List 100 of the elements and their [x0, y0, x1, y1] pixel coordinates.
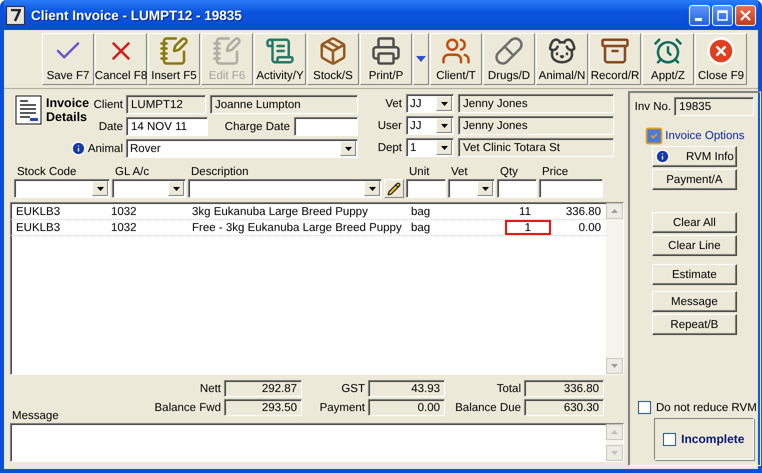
- dropdown-button[interactable]: [477, 181, 493, 196]
- table-cell-text: EUKLB3: [15, 205, 62, 219]
- combo-box[interactable]: Rover: [126, 139, 358, 158]
- caret-icon: [440, 146, 448, 150]
- scroll-icon: [265, 36, 295, 66]
- side-button[interactable]: RVM Info: [652, 146, 737, 167]
- close-icon: [740, 10, 751, 20]
- table-cell-text: bag: [410, 205, 432, 219]
- side-button[interactable]: Clear All: [652, 212, 737, 233]
- entry-combo-box[interactable]: [188, 179, 382, 198]
- close-button[interactable]: [735, 4, 756, 26]
- maximize-button[interactable]: [712, 4, 733, 26]
- entry-combo-box[interactable]: [14, 179, 110, 198]
- field-label: Date: [98, 120, 123, 132]
- total-field: 293.50: [224, 399, 302, 416]
- toolbar-button[interactable]: Cancel F8: [95, 33, 147, 85]
- entry-field[interactable]: [406, 179, 446, 198]
- up-arrow-icon: [611, 209, 618, 213]
- entry-field[interactable]: [497, 179, 537, 198]
- toolbar-button[interactable]: Close F9: [695, 33, 747, 85]
- client-code-field: LUMPT12: [126, 95, 206, 114]
- side-button[interactable]: Estimate: [652, 264, 737, 285]
- total-field: 630.30: [524, 399, 604, 416]
- toolbar-button[interactable]: Insert F5: [148, 33, 200, 85]
- input-field[interactable]: [294, 117, 358, 136]
- field-label: Total: [496, 382, 521, 394]
- toolbar-button[interactable]: Drugs/D: [483, 33, 535, 85]
- field-label: Dept: [376, 142, 402, 154]
- caret-icon: [416, 56, 426, 62]
- side-button[interactable]: Message: [652, 291, 737, 312]
- column-label: Price: [541, 166, 570, 178]
- column-label: GL A/c: [114, 166, 150, 178]
- toolbar-button[interactable]: Animal/N: [536, 33, 588, 85]
- minimize-button[interactable]: [689, 4, 710, 26]
- column-label: Stock Code: [16, 166, 78, 178]
- dropdown-button[interactable]: [92, 181, 108, 196]
- caret-icon: [440, 102, 448, 106]
- dog-icon: [547, 36, 577, 66]
- pencil-button[interactable]: [384, 179, 404, 198]
- checked-box-icon: [644, 126, 664, 146]
- date-field[interactable]: 14 NOV 11: [126, 117, 208, 136]
- dropdown-button[interactable]: [436, 118, 452, 133]
- invoice-options-link[interactable]: Invoice Options: [644, 126, 745, 146]
- notepad-pencil-icon: [212, 36, 242, 66]
- side-button[interactable]: Payment/A: [652, 169, 737, 190]
- table-cell-text: 3kg Eukanuba Large Breed Puppy: [191, 205, 369, 219]
- total-field: 43.93: [368, 380, 445, 397]
- column-label: Description: [190, 166, 250, 178]
- caret-icon: [96, 186, 104, 190]
- field-label: Vet: [384, 98, 402, 110]
- menu-arrow-button[interactable]: [413, 33, 429, 85]
- name-field: Jenny Jones: [458, 94, 614, 113]
- combo-box[interactable]: JJ: [406, 94, 454, 113]
- table-cell: 1: [505, 220, 551, 235]
- field-label: Message: [11, 410, 60, 422]
- combo-box[interactable]: JJ: [406, 116, 454, 135]
- combo-box[interactable]: 1: [406, 138, 454, 157]
- box-icon: [318, 36, 348, 66]
- toolbar-button[interactable]: Activity/Y: [254, 33, 306, 85]
- toolbar-button[interactable]: Save F7: [42, 33, 94, 85]
- toolbar-button[interactable]: Print/P: [360, 33, 412, 85]
- toolbar-button[interactable]: Appt/Z: [642, 33, 694, 85]
- dropdown-button[interactable]: [340, 141, 356, 156]
- entry-combo-box[interactable]: [112, 179, 186, 198]
- dropdown-button[interactable]: [364, 181, 380, 196]
- entry-combo-box[interactable]: [448, 179, 495, 198]
- close-icon: [706, 36, 736, 66]
- total-field: 292.87: [224, 380, 302, 397]
- table-cell-text: 1032: [110, 205, 138, 219]
- caret-icon: [440, 124, 448, 128]
- field-label: Balance Fwd: [154, 402, 221, 414]
- up-arrow-icon: [611, 430, 618, 434]
- minimize-icon: [694, 18, 702, 20]
- checkbox[interactable]: Do not reduce RVM: [638, 401, 757, 414]
- caret-icon: [482, 186, 488, 190]
- entry-field[interactable]: [539, 179, 603, 198]
- dropdown-button[interactable]: [168, 181, 184, 196]
- info-icon: [655, 149, 670, 164]
- maximize-icon: [717, 10, 728, 20]
- total-field: 336.80: [524, 380, 604, 397]
- toolbar-button[interactable]: Stock/S: [307, 33, 359, 85]
- notepad-pencil-icon: [159, 36, 189, 66]
- toolbar-button[interactable]: Client/T: [430, 33, 482, 85]
- table-cell-text: EUKLB3: [15, 221, 62, 235]
- caret-icon: [172, 186, 180, 190]
- window-title: Client Invoice - LUMPT12 - 19835: [31, 8, 243, 22]
- field-label: Charge Date: [224, 120, 290, 132]
- total-field: 0.00: [368, 399, 445, 416]
- invoice-document-icon: [14, 95, 44, 125]
- dropdown-button[interactable]: [436, 96, 452, 111]
- side-button[interactable]: Clear Line: [652, 235, 737, 256]
- toolbar-button[interactable]: Record/R: [589, 33, 641, 85]
- field-label: GST: [340, 382, 365, 394]
- clock-icon: [653, 36, 683, 66]
- field-label: Nett: [198, 382, 221, 394]
- dropdown-button[interactable]: [436, 140, 452, 155]
- pill-icon: [494, 36, 524, 66]
- side-button[interactable]: Repeat/B: [652, 314, 737, 335]
- table-cell-text: 1032: [110, 221, 138, 235]
- field-label: Payment: [318, 402, 365, 414]
